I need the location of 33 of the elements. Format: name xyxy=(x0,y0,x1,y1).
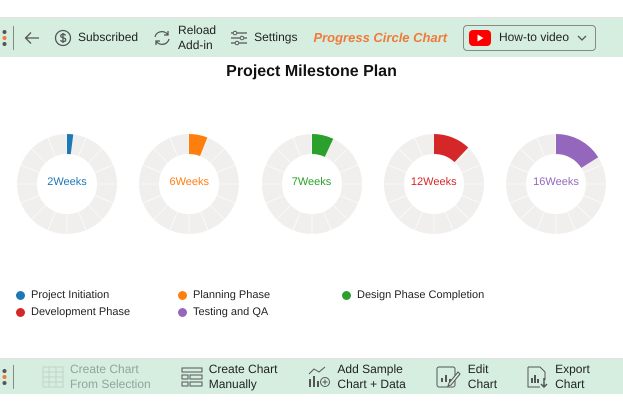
toolbar-button[interactable]: Edit Chart xyxy=(432,362,502,392)
ring-label: 6Weeks xyxy=(168,176,210,188)
legend-label: Design Phase Completion xyxy=(357,289,484,301)
chart-data-icon xyxy=(307,366,332,388)
refresh-icon xyxy=(152,28,172,46)
toolbar-button[interactable]: Export Chart xyxy=(523,362,594,392)
ring-label: 2Weeks xyxy=(46,176,88,188)
ring-label: 7Weeks xyxy=(290,176,332,188)
legend-label: Development Phase xyxy=(31,306,130,318)
table-icon xyxy=(42,366,64,388)
how-to-video-button[interactable]: How-to video xyxy=(462,24,596,50)
chart-title: Project Milestone Plan xyxy=(225,63,398,81)
legend-label: Project Initiation xyxy=(31,289,110,301)
list-icon xyxy=(180,366,203,388)
menu-dots-icon[interactable] xyxy=(2,368,7,386)
ring-label: 16Weeks xyxy=(532,176,580,188)
toolbar-button[interactable]: Reload Add-in xyxy=(148,22,220,52)
legend-label: Planning Phase xyxy=(193,289,270,301)
toolbar-button[interactable]: Settings xyxy=(226,30,302,46)
toolbar-button[interactable]: Subscribed xyxy=(50,28,142,46)
sliders-icon xyxy=(230,30,248,46)
menu-dots-icon[interactable] xyxy=(2,28,7,46)
dollar-icon xyxy=(54,28,72,46)
app-title: Progress Circle Chart xyxy=(313,30,448,45)
ring-label: 12Weeks xyxy=(410,176,458,188)
toolbar-button[interactable]: Add Sample Chart + Data xyxy=(303,362,410,392)
caret-icon xyxy=(577,34,587,40)
edit-chart-icon xyxy=(436,366,462,388)
play-icon xyxy=(468,30,491,46)
export-chart-icon xyxy=(527,366,550,388)
back-arrow-icon xyxy=(24,30,40,44)
legend-label: Testing and QA xyxy=(193,306,268,318)
toolbar-button[interactable]: Create Chart Manually xyxy=(176,362,282,392)
